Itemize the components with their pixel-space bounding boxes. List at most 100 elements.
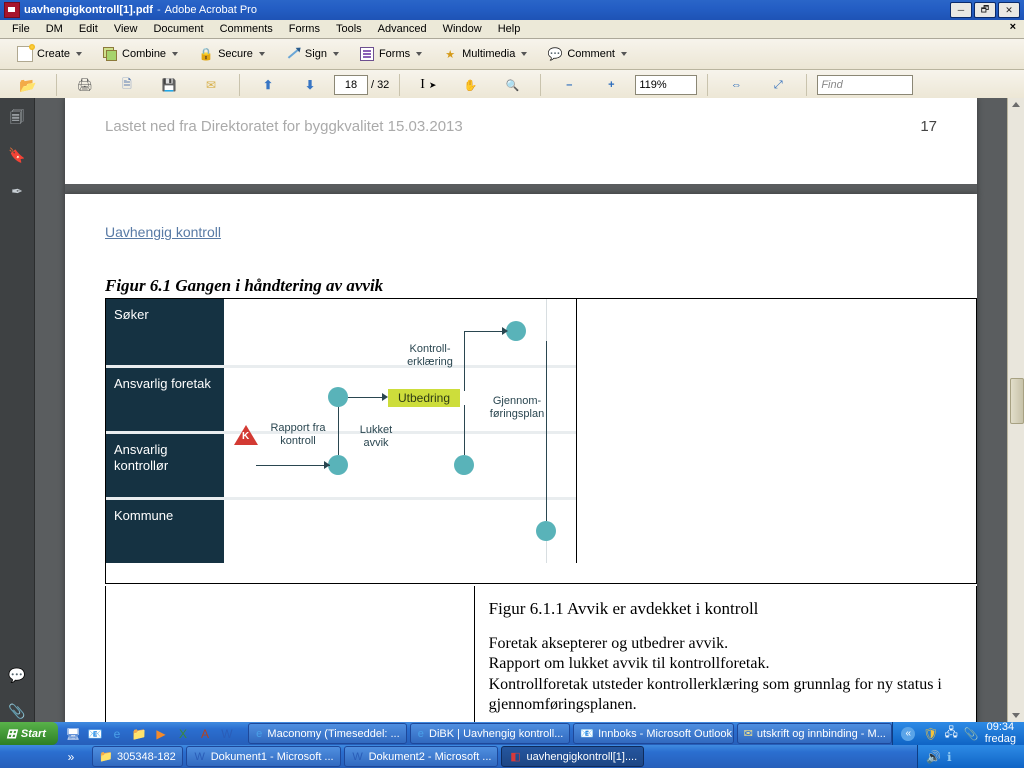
restore-button[interactable]: 🗗 xyxy=(974,2,996,18)
lock-icon: 🔒 xyxy=(198,46,214,62)
tray-network-icon[interactable]: 🖧 xyxy=(944,723,957,744)
marquee-zoom-tool[interactable]: 🔍 xyxy=(494,71,530,99)
tray-shield-icon[interactable]: 🛡 xyxy=(923,727,938,741)
section-link[interactable]: Uavhengig kontroll xyxy=(105,224,221,240)
task-acrobat[interactable]: ◧uavhengigkontroll[1].... xyxy=(501,746,644,767)
tray-paperclip-icon[interactable]: 📎 xyxy=(964,727,979,741)
menu-forms[interactable]: Forms xyxy=(281,22,328,36)
menu-advanced[interactable]: Advanced xyxy=(370,22,435,36)
save-button[interactable]: 💾 xyxy=(151,71,187,99)
zoom-in-button[interactable]: + xyxy=(593,71,629,99)
pdf-icon xyxy=(4,2,20,18)
find-input[interactable]: Find xyxy=(817,75,913,95)
clock[interactable]: 09:34 fredag xyxy=(985,722,1016,745)
attachments-panel-button[interactable]: 📎 xyxy=(6,700,28,722)
ql-access[interactable]: A xyxy=(196,725,214,743)
magnifier-icon: 🔍 xyxy=(505,79,519,92)
tray-info-icon[interactable]: ℹ xyxy=(947,750,952,764)
tag-utbedring: Utbedring xyxy=(388,389,460,407)
minimize-button[interactable]: ─ xyxy=(950,2,972,18)
page-current-input[interactable]: 18 xyxy=(334,75,368,95)
pen-icon xyxy=(285,46,301,62)
scroll-up-icon[interactable] xyxy=(1012,102,1020,107)
ql-explorer[interactable]: 📁 xyxy=(130,725,148,743)
pages-panel-button[interactable]: 🗐 xyxy=(6,108,28,130)
close-document-button[interactable]: × xyxy=(1006,21,1020,33)
page-down-button[interactable]: ⬇ xyxy=(292,71,328,99)
comments-panel-button[interactable]: 💬 xyxy=(6,664,28,686)
ie-icon: e xyxy=(417,727,425,741)
arrow-down-icon: ⬇ xyxy=(305,78,315,92)
sign-button[interactable]: Sign xyxy=(278,43,346,65)
printer-icon: 🖨 xyxy=(77,77,94,93)
forms-button[interactable]: Forms xyxy=(352,43,429,65)
zoom-level[interactable]: 119% xyxy=(635,75,697,95)
signatures-panel-button[interactable]: ✒ xyxy=(6,180,28,202)
comment-button[interactable]: 💬 Comment xyxy=(540,43,634,65)
open-button[interactable]: 📂 xyxy=(10,71,46,99)
menu-window[interactable]: Window xyxy=(435,22,490,36)
taskbar-row-1: ⊞ Start 🖥 📧 e 📁 ▶ X A W eMaconomy (Times… xyxy=(0,722,1024,745)
ie-icon: e xyxy=(255,727,263,741)
label-rapport: Rapport fra kontroll xyxy=(263,422,333,447)
figure-table: Søker Ansvarlig foretak Ansvarlig kontro… xyxy=(105,298,977,584)
menu-dm[interactable]: DM xyxy=(38,22,71,36)
task-word1[interactable]: WDokument1 - Microsoft ... xyxy=(186,746,341,767)
tray-volume-icon[interactable]: 🔊 xyxy=(926,750,941,764)
figure-description: Figur 6.1.1 Avvik er avdekket i kontroll… xyxy=(475,586,976,722)
title-filename: uavhengigkontroll[1].pdf xyxy=(24,4,153,16)
label-lukket: Lukket avvik xyxy=(354,424,398,449)
combine-button[interactable]: Combine xyxy=(95,43,185,65)
secure-button[interactable]: 🔒 Secure xyxy=(191,43,272,65)
ql-outlook[interactable]: 📧 xyxy=(86,725,104,743)
menu-tools[interactable]: Tools xyxy=(328,22,370,36)
close-button[interactable]: ✕ xyxy=(998,2,1020,18)
ql-media[interactable]: ▶ xyxy=(152,725,170,743)
node-foretak-1 xyxy=(328,387,348,407)
arrow-up-icon: ⬆ xyxy=(263,78,273,92)
task-word2[interactable]: WDokument2 - Microsoft ... xyxy=(344,746,499,767)
start-button[interactable]: ⊞ Start xyxy=(0,722,58,745)
menu-edit[interactable]: Edit xyxy=(71,22,106,36)
ql-more[interactable]: » xyxy=(62,748,80,766)
bookmarks-panel-button[interactable]: 🔖 xyxy=(6,144,28,166)
print-pages-button[interactable]: 🗎 xyxy=(109,71,145,99)
ql-show-desktop[interactable]: 🖥 xyxy=(64,725,82,743)
hand-tool[interactable]: ✋ xyxy=(452,71,488,99)
ql-word[interactable]: W xyxy=(218,725,236,743)
task-dibk[interactable]: eDiBK | Uavhengig kontroll... xyxy=(410,723,571,744)
tray-expand[interactable]: « xyxy=(901,727,915,741)
windows-logo-icon: ⊞ xyxy=(6,726,17,742)
vertical-scrollbar[interactable] xyxy=(1007,98,1024,722)
page-header: Lastet ned fra Direktoratet for byggkval… xyxy=(105,118,463,184)
fit-page-button[interactable]: ⤢ xyxy=(760,71,796,99)
task-folder[interactable]: 📁305348-182 xyxy=(92,746,183,767)
document-view[interactable]: Lastet ned fra Direktoratet for byggkval… xyxy=(35,98,1007,722)
menu-file[interactable]: File xyxy=(4,22,38,36)
email-button[interactable]: ✉ xyxy=(193,71,229,99)
task-mail[interactable]: ✉utskrift og innbinding - M... xyxy=(737,723,893,744)
create-button[interactable]: Create xyxy=(10,43,89,65)
page-up-button[interactable]: ⬆ xyxy=(250,71,286,99)
multimedia-button[interactable]: ★ Multimedia xyxy=(435,43,534,65)
scroll-down-icon[interactable] xyxy=(1012,713,1020,718)
ql-ie[interactable]: e xyxy=(108,725,126,743)
fit-width-button[interactable]: ⇔ xyxy=(718,71,754,99)
menu-view[interactable]: View xyxy=(106,22,146,36)
task-outlook[interactable]: 📧Innboks - Microsoft Outlook xyxy=(573,723,733,744)
node-soker xyxy=(506,321,526,341)
scroll-thumb[interactable] xyxy=(1010,378,1024,424)
ql-excel[interactable]: X xyxy=(174,725,192,743)
zoom-out-button[interactable]: – xyxy=(551,71,587,99)
select-text-tool[interactable]: I➤ xyxy=(410,71,446,99)
print-button[interactable]: 🖨 xyxy=(67,71,103,99)
pdf-icon: ◧ xyxy=(508,750,522,764)
hand-icon: ✋ xyxy=(463,79,477,92)
menu-comments[interactable]: Comments xyxy=(212,22,281,36)
task-maconomy[interactable]: eMaconomy (Timeseddel: ... xyxy=(248,723,407,744)
lane-ansvarlig-kontrollor: Ansvarlig kontrollør xyxy=(106,434,224,500)
menu-document[interactable]: Document xyxy=(145,22,211,36)
workspace: 🗐 🔖 ✒ 💬 📎 Lastet ned fra Direktoratet fo… xyxy=(0,98,1024,722)
menu-help[interactable]: Help xyxy=(490,22,529,36)
fit-width-icon: ⇔ xyxy=(731,79,742,91)
